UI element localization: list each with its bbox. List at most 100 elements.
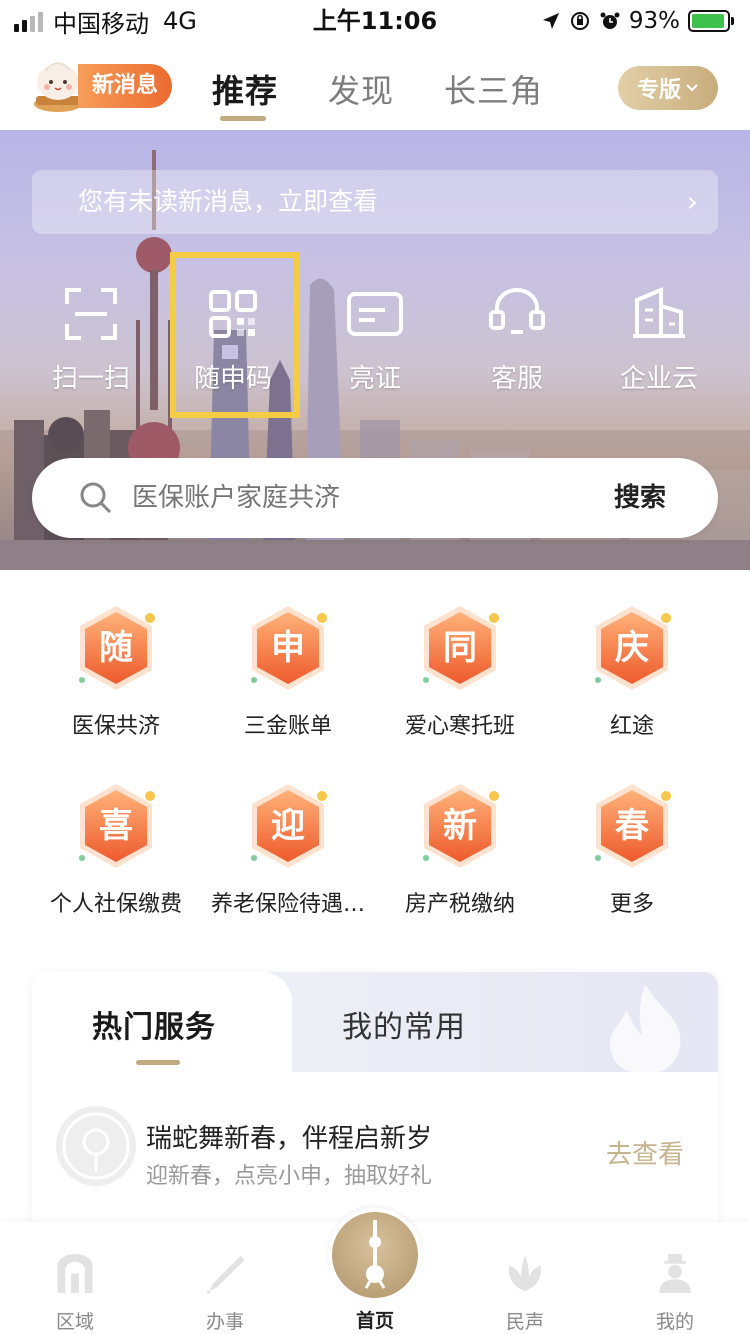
service-winter-care-class[interactable]: 同爱心寒托班 [374, 600, 546, 750]
tabbar-label: 首页 [355, 1310, 394, 1332]
scan-icon [65, 288, 117, 340]
quick-action-label: 亮证 [348, 364, 401, 394]
promo-view-link[interactable]: 去查看 [606, 1134, 684, 1171]
service-label: 红途 [609, 714, 654, 739]
tabbar-label: 我的 [655, 1311, 694, 1333]
service-badge-char: 喜 [99, 806, 133, 846]
location-arrow-icon [542, 13, 559, 29]
building-icon [633, 287, 685, 338]
network-label: 4G [163, 7, 197, 35]
service-label: 个人社保缴费 [49, 892, 182, 917]
search-icon [80, 482, 112, 514]
quick-action-label: 企业云 [619, 364, 698, 394]
alarm-icon [600, 12, 620, 29]
service-badge-char: 新 [443, 806, 477, 846]
service-badge-char: 申 [271, 628, 305, 668]
service-badge-char: 庆 [615, 628, 649, 668]
hero-banner: 您有未读新消息，立即查看 › 扫一扫 随申码 亮证 客服 企业云 搜索 [0, 130, 750, 570]
region-icon [57, 1253, 93, 1294]
tabbar-label: 办事 [205, 1311, 244, 1333]
service-pension-benefits[interactable]: 迎养老保险待遇… [202, 778, 374, 928]
quick-action-label: 客服 [490, 364, 543, 394]
service-badge-icon: 喜 [68, 778, 164, 874]
tabbar-item-mine[interactable]: 我的 [600, 1222, 750, 1334]
quick-action-show-id[interactable]: 亮证 [310, 280, 440, 410]
carrier-label: 中国移动 [53, 9, 149, 38]
bottom-tab-bar: 区域 办事 首页 民声 我的 [0, 1208, 750, 1334]
search-input[interactable] [132, 458, 552, 538]
tab-yangtze-delta[interactable]: 长三角 [444, 66, 543, 112]
service-badge-icon: 庆 [584, 600, 680, 696]
hot-services-card: 热门服务 我的常用 瑞蛇舞新春，伴程启新岁 迎新春，点亮小申，抽取好礼 去查看 [32, 972, 718, 1232]
service-more[interactable]: 春更多 [546, 778, 718, 928]
card-tab-indicator [136, 1060, 180, 1065]
id-card-icon [347, 292, 403, 336]
promo-logo-icon [56, 1106, 136, 1186]
tabbar-item-home[interactable]: 首页 [300, 1208, 450, 1334]
service-red-tour[interactable]: 庆红途 [546, 600, 718, 750]
battery-icon [688, 10, 734, 32]
tabbar-item-voice[interactable]: 民声 [450, 1222, 600, 1334]
quick-action-scan[interactable]: 扫一扫 [26, 280, 156, 410]
tabbar-label: 区域 [55, 1311, 94, 1333]
service-badge-icon: 新 [412, 778, 508, 874]
home-circle [328, 1208, 422, 1302]
tab-discover[interactable]: 发现 [328, 66, 394, 112]
quick-action-label: 扫一扫 [51, 364, 130, 394]
service-badge-char: 春 [615, 806, 649, 846]
battery-percent: 93% [628, 8, 680, 34]
tower-icon [364, 1220, 386, 1289]
chevron-right-icon: › [686, 185, 698, 218]
service-label: 医保共济 [71, 714, 160, 739]
orientation-lock-icon [570, 12, 589, 30]
search-bar[interactable]: 搜索 [32, 458, 718, 538]
tab-my-favorites[interactable]: 我的常用 [342, 1002, 466, 1046]
signal-icon [14, 10, 43, 32]
top-nav: 新消息 推荐 发现 长三角 专版 [0, 50, 750, 130]
quick-action-enterprise-cloud[interactable]: 企业云 [594, 280, 724, 410]
tabbar-item-services[interactable]: 办事 [150, 1222, 300, 1334]
tab-active-indicator [220, 116, 266, 121]
notice-text: 您有未读新消息，立即查看 [78, 187, 379, 216]
service-medical-insurance-sharing[interactable]: 随医保共济 [30, 600, 202, 750]
service-label: 更多 [609, 892, 654, 917]
unread-notice-bar[interactable]: 您有未读新消息，立即查看 › [32, 170, 718, 234]
service-badge-char: 同 [443, 628, 477, 668]
quick-actions: 扫一扫 随申码 亮证 客服 企业云 [0, 280, 750, 410]
service-label: 房产税缴纳 [404, 892, 515, 917]
tabbar-label: 民声 [505, 1311, 544, 1333]
service-badge-icon: 同 [412, 600, 508, 696]
service-property-tax-payment[interactable]: 新房产税缴纳 [374, 778, 546, 928]
headset-icon [489, 288, 545, 334]
promo-subtitle: 迎新春，点亮小申，抽取好礼 [146, 1164, 433, 1189]
flame-icon [609, 984, 681, 1074]
edition-label: 专版 [636, 78, 681, 103]
status-bar: 中国移动 4G 上午11:06 93% [0, 0, 750, 42]
edition-dropdown-button[interactable]: 专版 [618, 66, 718, 110]
tabbar-item-region[interactable]: 区域 [0, 1222, 150, 1334]
service-label: 爱心寒托班 [404, 714, 515, 739]
service-badge-icon: 申 [240, 600, 336, 696]
search-button[interactable]: 搜索 [614, 458, 666, 538]
service-three-funds-bill[interactable]: 申三金账单 [202, 600, 374, 750]
chevron-down-icon [686, 84, 698, 92]
quick-action-customer-service[interactable]: 客服 [452, 280, 582, 410]
service-badge-icon: 迎 [240, 778, 336, 874]
status-left: 中国移动 4G [14, 6, 197, 38]
promo-title: 瑞蛇舞新春，伴程启新岁 [146, 1124, 433, 1154]
service-badge-char: 随 [99, 628, 133, 668]
status-right: 93% [541, 6, 734, 36]
pen-icon [206, 1255, 245, 1295]
tab-hot-services[interactable]: 热门服务 [92, 1002, 216, 1046]
tab-recommend[interactable]: 推荐 [212, 66, 278, 112]
service-personal-social-security-payment[interactable]: 喜个人社保缴费 [30, 778, 202, 928]
service-label: 三金账单 [243, 714, 332, 739]
new-message-pill[interactable]: 新消息 [78, 64, 173, 108]
service-label: 养老保险待遇… [210, 892, 365, 917]
flower-icon [508, 1255, 542, 1292]
service-badge-icon: 春 [584, 778, 680, 874]
service-badge-char: 迎 [271, 806, 305, 846]
person-icon [659, 1253, 691, 1294]
highlight-box [170, 252, 300, 418]
service-badge-icon: 随 [68, 600, 164, 696]
